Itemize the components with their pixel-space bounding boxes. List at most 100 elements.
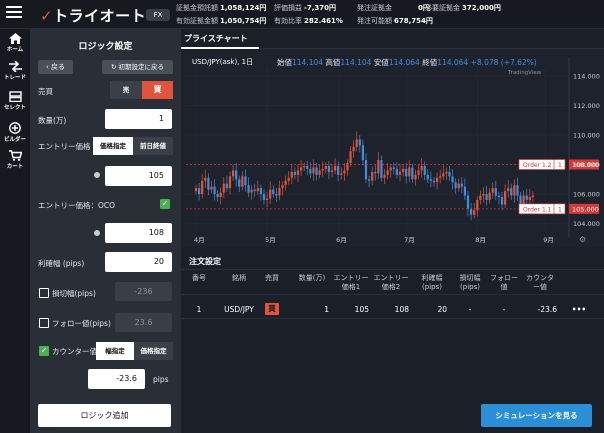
chart-settings-icon[interactable]: ⚙ [579,235,586,244]
width-specified-tab[interactable]: 幅指定 [96,342,134,360]
candle-body [216,194,219,198]
candle-body [349,151,352,164]
row-tp: 20 [437,305,447,314]
menu-icon[interactable] [6,6,22,20]
candle-body [284,180,287,186]
counter-unit: pips [153,375,169,384]
nav-home[interactable]: ホーム [0,33,30,53]
candle-body [222,183,225,193]
simulate-button[interactable]: シミュレーションを見る [481,404,592,427]
candle-body [235,170,238,180]
candle-body [463,186,467,196]
y-tick-label: 112.000 [573,102,600,110]
stat-effective-margin: 有効証拠金額 1,050,754円 [176,17,267,25]
candle-body [256,188,259,192]
candle-body [380,160,383,178]
follow-input[interactable]: 23.6 [115,313,172,332]
back-button[interactable]: ‹ 戻る [38,60,73,74]
nav-select[interactable]: セレクト [0,91,30,111]
candle-body [312,167,315,174]
candle-body [494,188,497,196]
tab-price-chart[interactable]: プライスチャート [184,33,248,44]
candle-body [389,167,392,171]
candle-body [417,170,420,175]
candle-body [377,160,380,174]
counter-checkbox[interactable]: ✓ [39,346,49,356]
candle-body [466,195,470,209]
prev-close-tab[interactable]: 前日終値 [133,137,173,155]
candle-body [503,191,507,205]
candle-body [435,177,439,183]
candle-body [287,177,290,181]
order-qty: 1 [558,206,562,213]
nav-builder[interactable]: ビルダー [0,122,30,143]
candle-body [488,192,491,200]
candle-body [272,189,275,195]
candle-body [448,171,451,177]
row-entry2: 108 [394,305,409,314]
candle-body [405,168,408,177]
candle-body [327,165,331,172]
candle-body [469,208,473,215]
oco-checkbox[interactable]: ✓ [160,199,170,209]
logic-panel: ロジック設定 ‹ 戻る ↻ 初期設定に戻る 売買 売 買 数量(万) 1 エント… [30,29,181,433]
candle-body [507,188,510,192]
candle-body [491,188,494,193]
candle-body [451,176,454,183]
sell-toggle[interactable]: 売 [110,81,142,99]
candle-body [442,173,445,177]
candle-body [516,185,519,196]
price-specified-tab[interactable]: 価格指定 [93,137,133,155]
candle-body [473,210,476,215]
candle-body [374,171,377,174]
candle-body [485,194,488,200]
candle-body [309,168,312,174]
row-more-icon[interactable]: ••• [569,305,589,314]
candle-body [454,182,457,189]
add-logic-button[interactable]: ロジック追加 [38,404,171,427]
oco-dot-icon [94,230,100,236]
candle-body [343,170,346,174]
candle-body [371,171,374,181]
counter-price-tab[interactable]: 価格指定 [134,342,173,360]
reset-button[interactable]: ↻ 初期設定に戻る [102,60,173,74]
y-tick-label: 114.000 [573,72,600,80]
buy-toggle[interactable]: 買 [142,81,173,99]
sl-input[interactable]: -236 [115,282,172,301]
chart-svg: Order 1.2 1 108.000 Order 1.1 1 105.000 114.0… [186,57,600,244]
y-tick-label: 106.000 [573,191,600,199]
candle-body [238,179,241,187]
y-tick-label: 108.000 [573,161,600,169]
candle-body [290,171,293,178]
oco-price-input[interactable]: 108 [105,223,172,243]
follow-checkbox[interactable] [39,318,49,328]
qty-input[interactable]: 1 [105,109,172,129]
row-follow: - [502,305,506,314]
candle-body [275,194,278,196]
nav-trade[interactable]: トレード [0,61,30,81]
entry-price-input[interactable]: 105 [105,166,172,186]
candle-body [423,165,426,175]
sl-checkbox[interactable] [39,288,49,298]
home-icon [8,33,22,44]
candle-body [340,173,343,175]
candle-body [269,189,272,199]
select-icon [8,91,22,102]
candle-body [296,170,300,175]
candle-body [352,146,355,152]
x-tick-label: 9月 [543,236,554,244]
candle-body [259,188,263,195]
nav-cart[interactable]: カート [0,150,30,170]
tp-input[interactable]: 20 [105,252,172,272]
candle-body [333,165,337,171]
candle-body [513,185,516,196]
candle-body [303,165,306,168]
counter-input[interactable]: -23.6 [88,369,145,389]
candle-body [457,183,460,189]
y-tick-label: 104.000 [573,220,600,228]
candle-body [432,180,436,183]
entry-label: エントリー価格 [38,142,91,151]
counter-label: カウンター値 [52,347,97,356]
chart-symbol[interactable]: USD/JPY(ask), 1日 [192,57,253,67]
price-chart[interactable]: Order 1.2 1 108.000 Order 1.1 1 105.000 114.0… [181,49,604,247]
